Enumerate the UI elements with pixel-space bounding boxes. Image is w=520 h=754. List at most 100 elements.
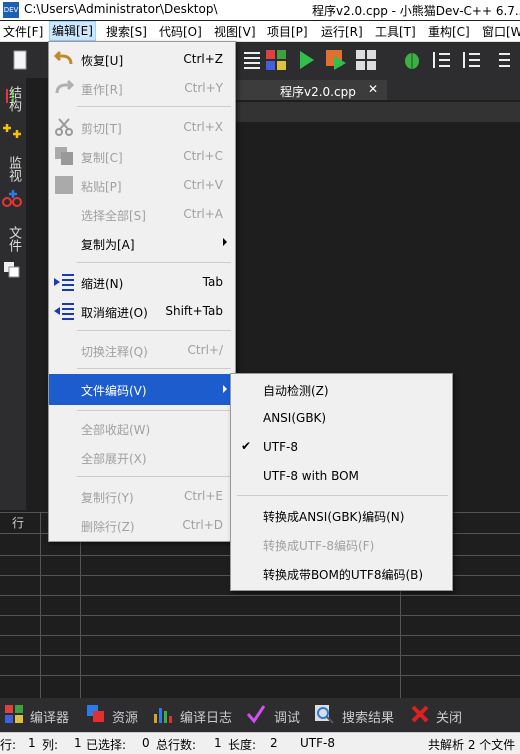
tab-debug[interactable]: 调试 — [274, 707, 300, 726]
status-parsed: 共解析 2 个文件 — [428, 738, 516, 752]
grip-icon — [240, 48, 264, 72]
tab-compile-log[interactable]: 编译日志 — [180, 707, 232, 726]
close-tab-icon[interactable]: ✕ — [368, 82, 378, 96]
close-icon — [410, 704, 430, 724]
menu-item-copy[interactable]: 复制[C] Ctrl+C — [49, 142, 235, 171]
window-title: 程序v2.0.cpp - 小熊猫Dev-C++ 6.7.5 — [312, 4, 520, 18]
menu-item-delete-line[interactable]: 删除行(Z) Ctrl+D — [49, 511, 235, 540]
menu-item-unindent[interactable]: 取消缩进(O) Shift+Tab — [49, 297, 235, 326]
tab-watch[interactable]: 监视 — [5, 156, 23, 182]
status-line: 1 — [28, 736, 36, 750]
debug-icon — [246, 704, 266, 724]
status-line-label: 行: — [0, 738, 17, 752]
status-encoding[interactable]: UTF-8 — [300, 736, 335, 750]
compile-icon[interactable] — [264, 48, 288, 72]
encoding-item-auto[interactable]: 自动检测(Z) — [231, 375, 452, 404]
menu-tools[interactable]: 工具[T] — [375, 23, 416, 40]
step-over-icon[interactable] — [460, 48, 484, 72]
compiler-icon — [4, 704, 24, 724]
encoding-item-convert-utf8[interactable]: 转换成UTF-8编码(F) — [231, 530, 452, 559]
new-file-icon[interactable] — [8, 48, 32, 72]
encoding-item-convert-ansi[interactable]: 转换成ANSI(GBK)编码(N) — [231, 501, 452, 530]
undo-icon — [53, 49, 75, 69]
menu-item-redo[interactable]: 重作[R] Ctrl+Y — [49, 74, 235, 103]
rebuild-icon[interactable] — [354, 48, 378, 72]
checkmark-icon: ✔ — [241, 439, 252, 453]
status-bar: 行: 1 列: 1 已选择: 0 总行数: 1 长度: 2 UTF-8 共解析 … — [0, 732, 520, 754]
status-col: 1 — [74, 736, 82, 750]
indent-icon — [53, 272, 75, 292]
grid-line — [0, 595, 520, 596]
window-path: C:\Users\Administrator\Desktop\ — [24, 2, 218, 16]
unindent-icon — [53, 301, 75, 321]
menu-separator — [77, 330, 231, 331]
menu-item-paste[interactable]: 粘贴[P] Ctrl+V — [49, 171, 235, 200]
menu-item-expand-all[interactable]: 全部展开(X) — [49, 443, 235, 472]
copy-pages-icon[interactable] — [2, 260, 22, 280]
menu-search[interactable]: 搜索[S] — [106, 23, 147, 40]
menu-view[interactable]: 视图[V] — [214, 23, 256, 40]
debug-bug-icon[interactable] — [400, 48, 424, 72]
menu-separator — [77, 262, 231, 263]
menu-item-duplicate-line[interactable]: 复制行(Y) Ctrl+E — [49, 482, 235, 511]
bottom-tabs: 编译器 资源 编译日志 调试 搜索结果 关闭 — [0, 698, 520, 732]
status-sel-label: 已选择: — [86, 738, 127, 752]
status-col-label: 列: — [42, 738, 59, 752]
grid-line — [0, 675, 520, 676]
menu-separator — [77, 476, 231, 477]
menu-item-copy-as[interactable]: 复制为[A] — [49, 229, 235, 258]
debug-watch-icon[interactable] — [1, 188, 23, 210]
encoding-item-convert-utf8-bom[interactable]: 转换成带BOM的UTF8编码(B) — [231, 559, 452, 588]
menu-code[interactable]: 代码[O] — [159, 23, 202, 40]
step-out-icon[interactable] — [490, 48, 514, 72]
title-bar: DEV C:\Users\Administrator\Desktop\ 程序v2… — [0, 0, 520, 20]
encoding-item-ansi[interactable]: ANSI(GBK) — [231, 404, 452, 433]
menu-separator — [77, 368, 231, 369]
menu-item-collapse-all[interactable]: 全部收起(W) — [49, 414, 235, 443]
grid-header-row: 行 — [12, 516, 25, 530]
menu-item-toggle-comment[interactable]: 切换注释(Q) Ctrl+/ — [49, 336, 235, 365]
left-panel-strip: 结构 监视 文件 — [0, 78, 26, 510]
menu-run[interactable]: 运行[R] — [321, 23, 363, 40]
file-tab-label: 程序v2.0.cpp — [280, 85, 356, 99]
log-icon — [152, 704, 172, 724]
menu-item-indent[interactable]: 缩进(N) Tab — [49, 268, 235, 297]
menu-window[interactable]: 窗口[W — [482, 23, 520, 40]
menu-separator — [77, 410, 231, 411]
menu-item-cut[interactable]: 剪切[T] Ctrl+X — [49, 113, 235, 142]
paste-icon — [53, 175, 75, 195]
menu-separator — [77, 106, 231, 107]
run-icon[interactable] — [294, 48, 318, 72]
menu-edit[interactable]: 编辑[E] — [49, 21, 96, 41]
menu-item-select-all[interactable]: 选择全部[S] Ctrl+A — [49, 200, 235, 229]
menu-refactor[interactable]: 重构[C] — [428, 23, 470, 40]
edit-menu: 恢复[U] Ctrl+Z 重作[R] Ctrl+Y 剪切[T] Ctrl+X 复… — [48, 41, 236, 542]
menu-item-undo[interactable]: 恢复[U] Ctrl+Z — [49, 45, 235, 74]
app-icon: DEV — [3, 2, 19, 18]
menu-file[interactable]: 文件[F] — [3, 23, 43, 40]
menu-item-file-encoding[interactable]: 文件编码(V) — [49, 374, 235, 405]
encoding-submenu: 自动检测(Z) ANSI(GBK) ✔ UTF-8 UTF-8 with BOM… — [230, 373, 453, 591]
submenu-arrow-icon — [223, 385, 227, 393]
tab-compiler[interactable]: 编译器 — [30, 707, 69, 726]
compile-run-icon[interactable] — [324, 48, 348, 72]
step-into-icon[interactable] — [430, 48, 454, 72]
tab-files[interactable]: 文件 — [5, 226, 23, 252]
tab-search-results[interactable]: 搜索结果 — [342, 707, 394, 726]
add-watch-icon[interactable] — [1, 120, 23, 140]
menu-project[interactable]: 项目[P] — [267, 23, 308, 40]
search-result-icon — [314, 704, 334, 724]
grid-line — [0, 655, 520, 656]
redo-icon — [53, 78, 75, 98]
status-sel: 0 — [142, 736, 150, 750]
encoding-item-utf8[interactable]: ✔ UTF-8 — [231, 433, 452, 462]
grid-line — [0, 635, 520, 636]
encoding-item-utf8-bom[interactable]: UTF-8 with BOM — [231, 462, 452, 491]
scissors-icon — [53, 117, 75, 137]
tab-close[interactable]: 关闭 — [436, 707, 462, 726]
submenu-arrow-icon — [223, 238, 227, 246]
status-len-label: 长度: — [228, 738, 257, 752]
tab-structure[interactable]: 结构 — [5, 86, 23, 112]
file-tab[interactable]: 程序v2.0.cpp ✕ — [232, 80, 387, 100]
tab-resource[interactable]: 资源 — [112, 707, 138, 726]
